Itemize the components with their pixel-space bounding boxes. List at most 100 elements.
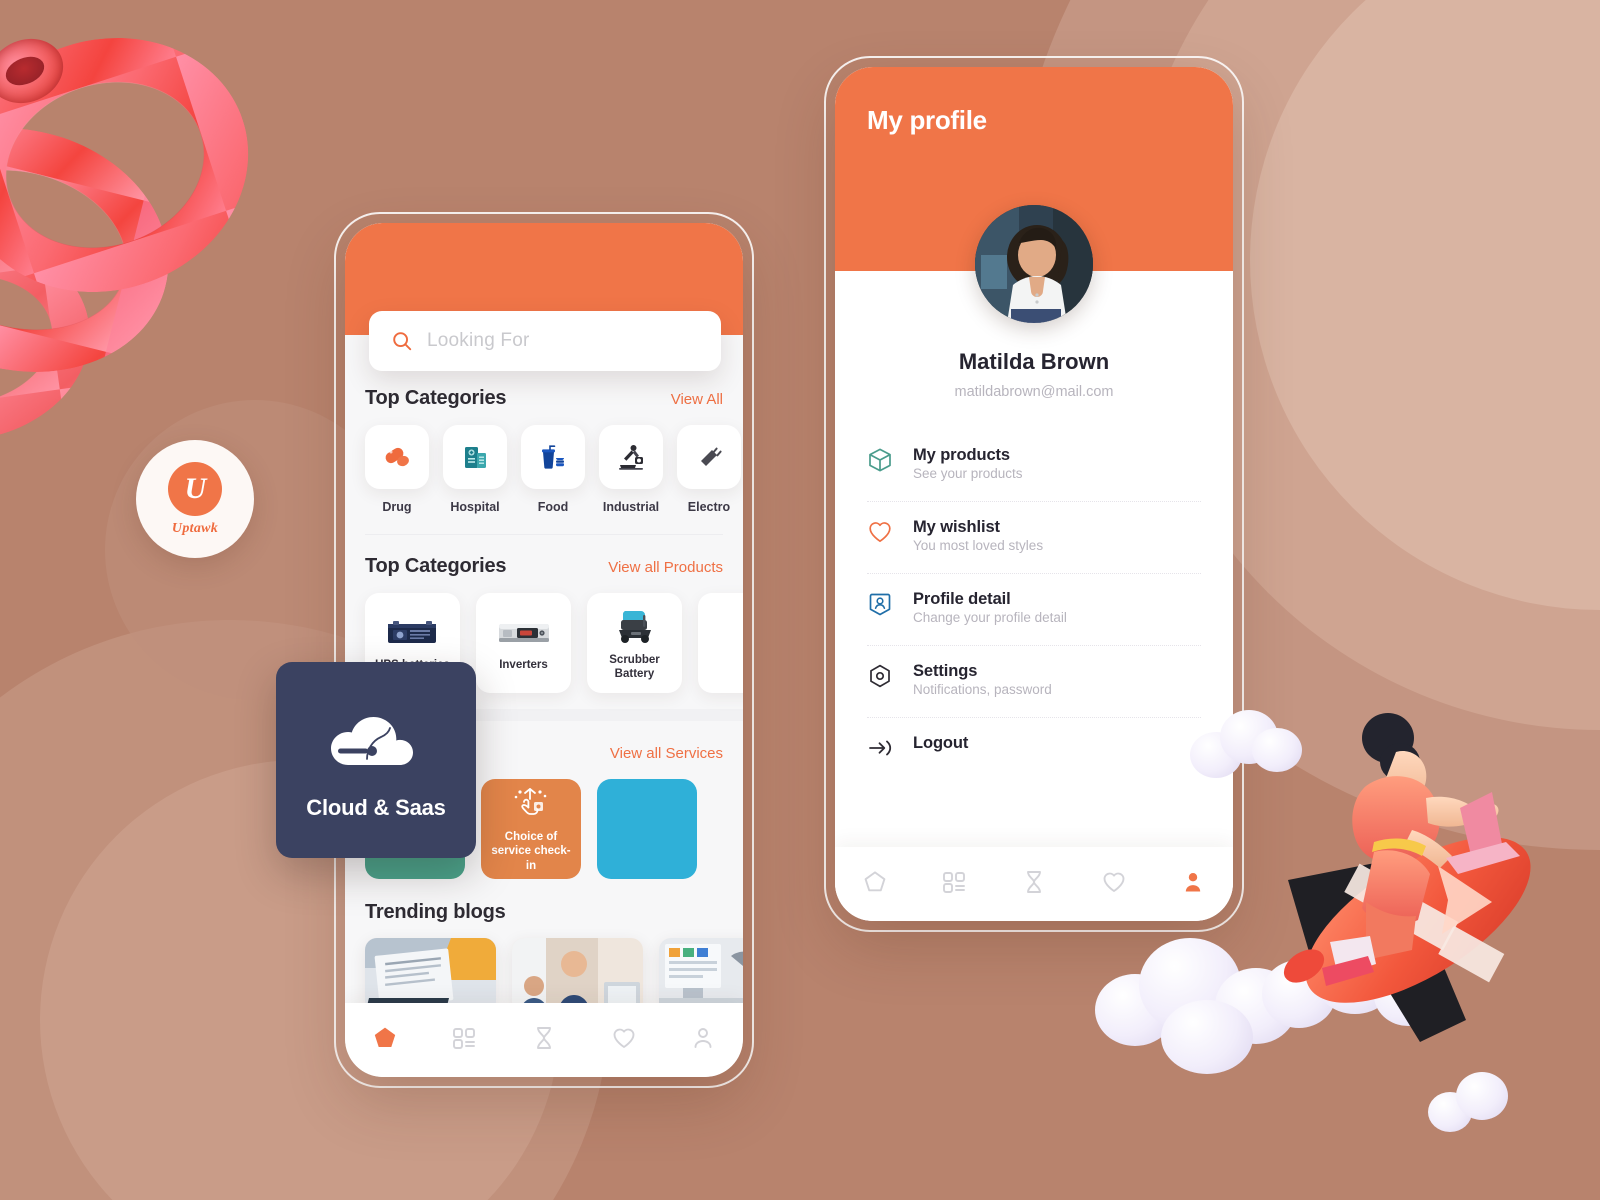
service-card-partial[interactable] [597,779,697,879]
category-label: Industrial [602,500,660,514]
cloud-saas-card[interactable]: Cloud & Saas [276,662,476,858]
user-icon [1185,872,1201,891]
box-icon [867,447,893,473]
category-item-industrial[interactable]: Industrial [599,425,663,514]
menu-item-title: My products [913,446,1010,464]
top-products-title: Top Categories [365,555,507,577]
menu-item-title: Settings [913,662,978,680]
category-item-electro[interactable]: Electro [677,425,741,514]
home-screen: Looking For Top Categories View All Drug [345,223,743,1077]
nav-categories-icon[interactable] [941,869,967,900]
menu-item-title: My wishlist [913,518,1000,536]
service-card-check-in[interactable]: Choice of service check-in [481,779,581,879]
user-name: Matilda Brown [958,349,1110,374]
user-email: matildabrown@mail.com [954,384,1114,400]
nav-categories-icon[interactable] [451,1025,477,1056]
drink-burger-icon [542,445,564,469]
grid-list-icon [453,1027,476,1049]
nav-history-icon[interactable] [531,1025,557,1056]
heart-icon [1103,872,1125,892]
trending-blogs-header: Trending blogs [345,901,743,924]
category-item-drug[interactable]: Drug [365,425,429,514]
pills-icon [385,447,409,467]
top-products-header: Top Categories View all Products [345,555,743,578]
product-card-partial[interactable] [698,593,743,693]
nav-history-icon[interactable] [1021,869,1047,900]
category-label: Drug [382,500,412,514]
category-label: Food [537,500,569,514]
category-item-food[interactable]: Food [521,425,585,514]
logo-wordmark: Uptawk [171,520,219,536]
profile-bottom-nav[interactable] [835,847,1233,921]
menu-item-settings[interactable]: Settings Notifications, password [867,645,1201,717]
section-divider [365,534,723,535]
heart-icon [867,519,893,545]
scrubber-product-icon [618,610,651,643]
logo-mark-icon: U [168,461,222,516]
user-icon [694,1027,712,1048]
battery-product-icon [387,620,436,643]
search-icon [393,332,412,351]
service-name: Choice of service check-in [491,830,571,872]
category-label: Electro [687,500,731,514]
service-tap-icon [514,788,547,815]
hospital-building-icon [465,447,486,468]
trending-blogs-title: Trending blogs [365,901,506,923]
menu-item-subtitle: See your products [913,466,1023,481]
grid-list-icon [943,871,966,893]
category-item-hospital[interactable]: Hospital [443,425,507,514]
category-list[interactable]: Drug Hospital Food Industrial Electro [345,425,743,514]
menu-item-profile-detail[interactable]: Profile detail Change your profile detai… [867,573,1201,645]
inverter-product-icon [498,623,549,642]
robot-arm-icon [619,445,643,470]
product-card-scrubber-battery[interactable]: Scrubber Battery [587,593,682,693]
brand-logo-badge: U Uptawk [136,440,254,558]
hourglass-icon [537,1026,551,1049]
menu-item-my-wishlist[interactable]: My wishlist You most loved styles [867,501,1201,573]
page-title: My profile [867,105,987,135]
category-tile [443,425,507,489]
phone-mockup-home: Looking For Top Categories View All Drug [334,212,754,1088]
category-tile [677,425,741,489]
product-card-inverters[interactable]: Inverters [476,593,571,693]
nav-home-icon[interactable] [862,869,888,900]
profile-body: Matilda Brown matildabrown@mail.com My p… [835,271,1233,921]
view-all-services-link[interactable]: View all Services [610,745,723,762]
home-pentagon-icon [374,1027,395,1047]
search-placeholder: Looking For [427,330,530,351]
home-bottom-nav[interactable] [345,1003,743,1077]
nav-wishlist-icon[interactable] [1101,869,1127,900]
3d-person-on-rocket [1283,713,1531,1042]
view-all-link[interactable]: View All [671,391,723,408]
logout-arrow-icon [867,735,893,761]
menu-item-my-products[interactable]: My products See your products [867,430,1201,501]
product-name: Inverters [499,658,548,671]
category-tile [365,425,429,489]
nav-profile-icon[interactable] [690,1025,716,1056]
hourglass-icon [1027,870,1041,893]
menu-item-logout[interactable]: Logout [867,717,1201,779]
top-categories-header: Top Categories View All [345,387,743,410]
cloud-saas-label: Cloud & Saas [306,795,446,820]
top-categories-title: Top Categories [365,387,507,409]
menu-item-title: Logout [913,734,969,752]
cloud-icon [331,717,413,765]
home-pentagon-icon [864,870,886,891]
heart-icon [613,1028,635,1048]
nav-wishlist-icon[interactable] [611,1025,637,1056]
view-all-products-link[interactable]: View all Products [608,559,723,576]
avatar[interactable] [975,205,1093,323]
category-tile [599,425,663,489]
menu-item-subtitle: You most loved styles [913,538,1044,553]
nav-profile-icon[interactable] [1180,869,1206,900]
product-name: Scrubber Battery [609,653,660,680]
category-label: Hospital [450,500,500,514]
gear-hex-icon [867,663,893,689]
category-tile [521,425,585,489]
search-input[interactable]: Looking For [369,311,721,371]
user-avatar-photo [975,205,1093,323]
nav-home-icon[interactable] [372,1025,398,1056]
torus-knot-decoration [0,1,290,457]
profile-menu[interactable]: My products See your products My wishlis… [835,430,1233,779]
menu-item-subtitle: Change your profile detail [913,610,1067,625]
